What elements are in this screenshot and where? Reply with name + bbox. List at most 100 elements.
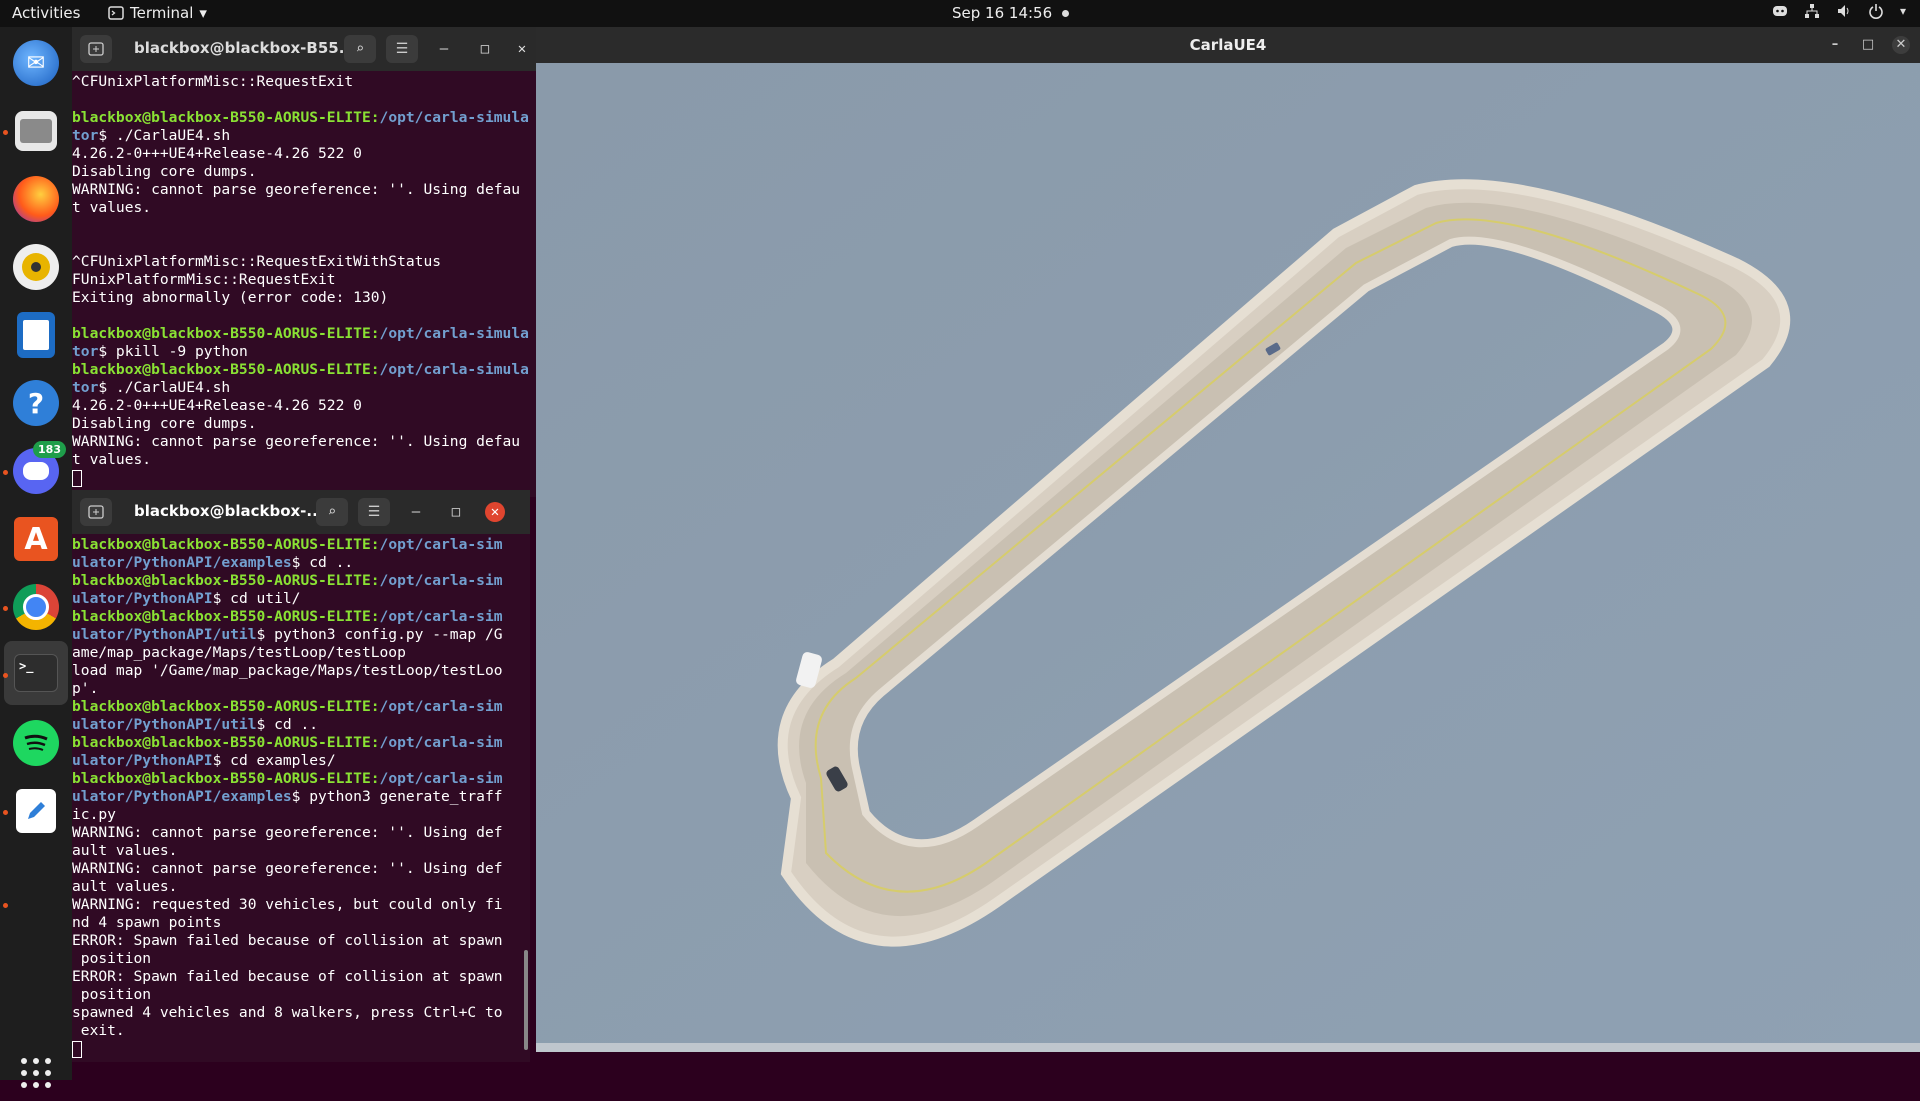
terminal-line: ulator/PythonAPI/examples$ python3 gener… [72, 788, 530, 806]
maximize-button[interactable]: □ [475, 39, 495, 59]
terminal-window-2[interactable]: blackbox@blackbox-... ⌕ ☰ – □ ✕ blackbox… [72, 490, 530, 1062]
dock-terminal[interactable]: >_ [4, 641, 68, 705]
terminal-icon [108, 6, 124, 20]
dock-files[interactable] [8, 103, 64, 159]
terminal-1-output[interactable]: ^CFUnixPlatformMisc::RequestExit blackbox… [72, 71, 536, 487]
scrollbar-thumb[interactable] [524, 950, 528, 1050]
discord-tray-icon[interactable] [1772, 3, 1788, 19]
line-text: ic.py [72, 806, 116, 823]
terminal-line: blackbox@blackbox-B550-AORUS-ELITE:/opt/… [72, 572, 530, 590]
volume-icon[interactable] [1836, 3, 1852, 19]
new-tab-icon [88, 42, 104, 56]
line-text: WARNING: cannot parse georeference: ''. … [72, 860, 503, 877]
prompt-path: /opt/carla-simula [379, 325, 529, 342]
dock-text-editor[interactable] [8, 783, 64, 839]
running-indicator [3, 673, 8, 678]
new-tab-button[interactable] [80, 35, 112, 63]
line-text: $ ./CarlaUE4.sh [98, 127, 231, 144]
prompt-path: /opt/carla-sim [379, 698, 503, 715]
app-menu[interactable]: Terminal ▾ [108, 4, 207, 22]
chevron-down-icon[interactable]: ▾ [1900, 4, 1906, 18]
line-text: $ cd .. [291, 554, 354, 571]
dock-chrome[interactable] [8, 579, 64, 635]
prompt-path: ulator/PythonAPI [72, 590, 213, 607]
terminal-1-header: blackbox@blackbox-B55... ⌕ ☰ – □ ✕ [72, 27, 536, 71]
terminal-icon: >_ [14, 654, 58, 692]
prompt-user: blackbox@blackbox-B550-AORUS-ELITE: [72, 109, 380, 126]
dock-firefox[interactable] [8, 171, 64, 227]
terminal-line: WARNING: cannot parse georeference: ''. … [72, 433, 536, 451]
system-tray[interactable]: ▾ [1772, 3, 1906, 19]
dock: ✉ ? 183 A >_ [0, 27, 72, 1088]
prompt-path: tor [72, 379, 99, 396]
activities-button[interactable]: Activities [12, 4, 80, 22]
terminal-line: ERROR: Spawn failed because of collision… [72, 968, 530, 986]
network-icon[interactable] [1804, 3, 1820, 19]
clock[interactable]: Sep 16 14:56 [952, 4, 1070, 22]
carla-window-title: CarlaUE4 [1189, 36, 1267, 54]
software-center-icon: A [14, 517, 58, 561]
line-text: WARNING: requested 30 vehicles, but coul… [72, 896, 503, 913]
minimize-button[interactable]: – [1826, 36, 1844, 54]
terminal-line: FUnixPlatformMisc::RequestExit [72, 271, 536, 289]
minimize-button[interactable]: – [434, 39, 454, 59]
terminal-line: ulator/PythonAPI$ cd util/ [72, 590, 530, 608]
line-text: 4.26.2-0+++UE4+Release-4.26 522 0 [72, 397, 362, 414]
terminal-line: ulator/PythonAPI/examples$ cd .. [72, 554, 530, 572]
search-button[interactable]: ⌕ [344, 35, 376, 63]
close-button[interactable]: ✕ [485, 502, 505, 522]
search-button[interactable]: ⌕ [316, 498, 348, 526]
terminal-line: ault values. [72, 878, 530, 896]
terminal-window-1[interactable]: blackbox@blackbox-B55... ⌕ ☰ – □ ✕ ^CFUn… [72, 27, 536, 497]
maximize-button[interactable]: □ [1859, 36, 1877, 54]
new-tab-button[interactable] [80, 498, 112, 526]
terminal-line: WARNING: cannot parse georeference: ''. … [72, 181, 536, 199]
dock-thunderbird[interactable]: ✉ [8, 35, 64, 91]
menu-button[interactable]: ☰ [358, 498, 390, 526]
dock-discord[interactable]: 183 [8, 441, 66, 499]
running-indicator [3, 470, 8, 475]
dock-help[interactable]: ? [8, 375, 64, 431]
minimize-button[interactable]: – [406, 502, 426, 522]
prompt-user: blackbox@blackbox-B550-AORUS-ELITE: [72, 698, 380, 715]
app-menu-label: Terminal [130, 4, 194, 22]
terminal-2-output[interactable]: blackbox@blackbox-B550-AORUS-ELITE:/opt/… [72, 534, 530, 1058]
line-text: ERROR: Spawn failed because of collision… [72, 932, 503, 949]
menu-button[interactable]: ☰ [386, 35, 418, 63]
prompt-path: /opt/carla-sim [379, 536, 503, 553]
terminal-line: exit. [72, 1022, 530, 1040]
scrollbar-track[interactable] [536, 1043, 1920, 1052]
prompt-path: ulator/PythonAPI [72, 752, 213, 769]
terminal-line: ^CFUnixPlatformMisc::RequestExitWithStat… [72, 253, 536, 271]
close-button[interactable]: ✕ [1892, 36, 1910, 54]
close-button[interactable]: ✕ [512, 39, 532, 59]
close-icon: ✕ [517, 41, 527, 57]
prompt-user: blackbox@blackbox-B550-AORUS-ELITE: [72, 325, 380, 342]
power-icon[interactable] [1868, 3, 1884, 19]
terminal-line: t values. [72, 451, 536, 469]
dock-software[interactable]: A [8, 511, 64, 567]
top-bar: Activities Terminal ▾ Sep 16 14:56 ▾ [0, 0, 1920, 27]
terminal-line: ulator/PythonAPI$ cd examples/ [72, 752, 530, 770]
line-text: $ pkill -9 python [98, 343, 248, 360]
terminal-2-header: blackbox@blackbox-... ⌕ ☰ – □ ✕ [72, 490, 530, 534]
simulation-viewport[interactable] [536, 63, 1920, 1052]
dock-rhythmbox[interactable] [8, 239, 64, 295]
carla-window[interactable]: CarlaUE4 – □ ✕ [536, 27, 1920, 1052]
terminal-line: ulator/PythonAPI/util$ cd .. [72, 716, 530, 734]
dock-spotify[interactable] [8, 715, 64, 771]
terminal-line: ame/map_package/Maps/testLoop/testLoop [72, 644, 530, 662]
maximize-button[interactable]: □ [446, 502, 466, 522]
prompt-user: blackbox@blackbox-B550-AORUS-ELITE: [72, 608, 380, 625]
carla-title-bar: CarlaUE4 – □ ✕ [536, 27, 1920, 63]
show-applications-button[interactable] [8, 1045, 64, 1101]
line-text: $ cd .. [256, 716, 319, 733]
terminal-line: 4.26.2-0+++UE4+Release-4.26 522 0 [72, 397, 536, 415]
prompt-path: /opt/carla-sim [379, 770, 503, 787]
line-text: $ ./CarlaUE4.sh [98, 379, 231, 396]
line-text: ame/map_package/Maps/testLoop/testLoop [72, 644, 406, 661]
maximize-icon: □ [480, 41, 490, 57]
terminal-line: ault values. [72, 842, 530, 860]
terminal-line: ulator/PythonAPI/util$ python3 config.py… [72, 626, 530, 644]
dock-writer[interactable] [8, 307, 64, 363]
